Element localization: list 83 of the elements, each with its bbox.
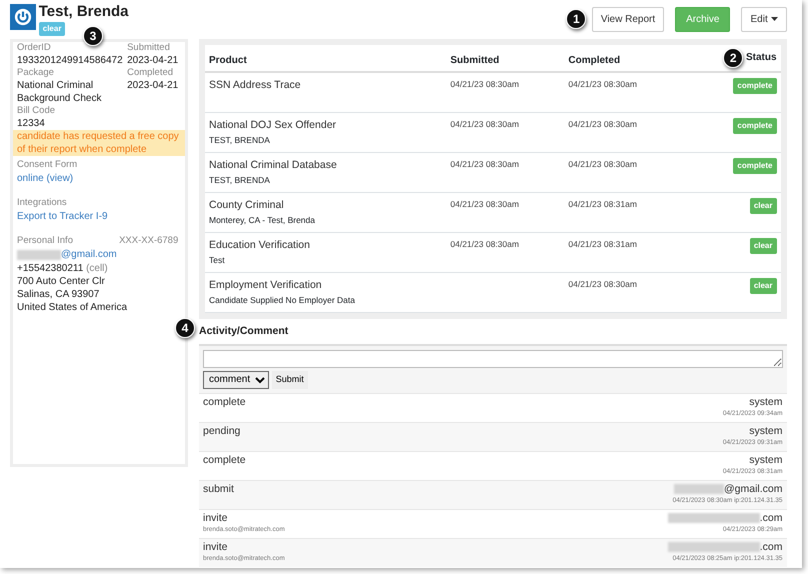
submit-button[interactable]: Submit <box>272 371 308 388</box>
phone-type: (cell) <box>86 263 108 274</box>
field-value: 12334 <box>17 117 46 130</box>
column-header: Product <box>209 55 247 66</box>
activity-user: .com <box>760 540 782 554</box>
activity-action: submit <box>203 482 234 496</box>
email-link[interactable]: @gmail.com <box>61 247 117 262</box>
field-label: Package <box>17 67 55 80</box>
column-header: Submitted <box>450 55 500 66</box>
export-link[interactable]: Export to Tracker I-9 <box>17 209 181 224</box>
activity-action: complete <box>203 454 246 466</box>
comment-field[interactable] <box>203 350 782 368</box>
phone-text: +15542380211 <box>17 263 84 274</box>
date-text: 04/21/23 08:30am <box>450 118 519 129</box>
date-text: 04/21/23 08:30am <box>568 158 637 169</box>
status-label: complete <box>733 118 776 134</box>
type-select[interactable]: comment <box>203 371 269 388</box>
status-label: clear <box>38 22 66 36</box>
address-line: 700 Auto Center Clr <box>17 275 106 288</box>
activity-user: system <box>749 454 782 466</box>
column-header: Completed <box>568 55 620 66</box>
address-line: United States of America <box>17 301 128 314</box>
field-value: 1933201249914586472 <box>17 54 122 68</box>
activity-user: .com <box>760 512 782 524</box>
product-name: National DOJ Sex Offender <box>209 118 338 133</box>
field-label: Submitted <box>127 42 171 54</box>
product-name: National Criminal Database <box>209 158 338 173</box>
activity-action: complete <box>203 396 246 408</box>
field-label: Consent Form <box>17 159 78 171</box>
callout-marker: 1 <box>566 9 586 30</box>
date-text: 04/21/23 08:30am <box>568 79 637 90</box>
callout-marker: 4 <box>175 318 195 338</box>
field-value: National Criminal Background Check <box>17 79 102 106</box>
activity-user: @gmail.com <box>724 482 782 496</box>
product-name: County Criminal <box>209 198 285 213</box>
date-text: 04/21/23 08:30am <box>568 118 637 129</box>
date-text: 04/21/23 08:31am <box>568 238 637 249</box>
status-label: clear <box>750 198 776 214</box>
activity-action: invite <box>203 540 229 554</box>
logo-icon <box>10 4 36 30</box>
edit-dropdown[interactable]: Edit <box>741 6 786 32</box>
product-name: Education Verification <box>209 238 311 253</box>
date-text: 04/21/23 08:30am <box>450 79 519 90</box>
callout-marker: 2 <box>723 48 744 68</box>
callout-marker: 3 <box>83 26 103 46</box>
product-detail: TEST, BRENDA <box>209 134 271 146</box>
status-label: complete <box>733 78 776 94</box>
field-label: Bill Code <box>17 105 56 118</box>
product-detail: TEST, BRENDA <box>209 174 271 186</box>
status-label: clear <box>750 278 776 294</box>
redacted-text <box>17 250 61 260</box>
activity-action: pending <box>203 424 240 438</box>
status-label: clear <box>750 238 776 254</box>
date-text: 04/21/23 08:30am <box>450 238 519 249</box>
field-value: 2023-04-21 <box>127 54 178 68</box>
column-header: Status <box>746 51 776 66</box>
product-detail: Test <box>209 254 226 266</box>
date-text: 04/21/23 08:30am <box>450 158 519 169</box>
field-label: Personal Info <box>17 235 73 247</box>
field-label: Completed <box>127 67 174 80</box>
candidate-name: Test, Brenda <box>38 4 128 20</box>
consent-link[interactable]: online (view) <box>17 171 181 186</box>
product-name: Employment Verification <box>209 278 323 293</box>
field-value: 2023-04-21 <box>127 79 178 92</box>
field-label: Integrations <box>17 197 68 209</box>
address-line: Salinas, CA 93907 <box>17 288 100 301</box>
date-text: 04/21/23 08:30am <box>568 278 637 289</box>
product-detail: Monterey, CA - Test, Brenda <box>209 214 316 226</box>
caret-icon <box>770 17 778 22</box>
ssn-text: XXX-XX-6789 <box>119 235 178 247</box>
notice-text: candidate has requested a free copy of their report when complete <box>13 130 185 156</box>
activity-user: system <box>749 424 782 438</box>
redacted-text <box>674 484 724 494</box>
status-label: complete <box>733 158 776 174</box>
activity-action: invite <box>203 512 229 524</box>
date-text: 04/21/23 08:31am <box>568 198 637 209</box>
activity-user: system <box>749 396 782 408</box>
product-name: SSN Address Trace <box>209 78 302 94</box>
product-detail: Candidate Supplied No Employer Data <box>209 294 356 306</box>
date-text: 04/21/23 08:30am <box>450 198 519 209</box>
section-title: Activity/Comment <box>199 325 288 338</box>
field-label: OrderID <box>17 42 52 54</box>
view-report-button[interactable]: View Report <box>592 6 664 32</box>
